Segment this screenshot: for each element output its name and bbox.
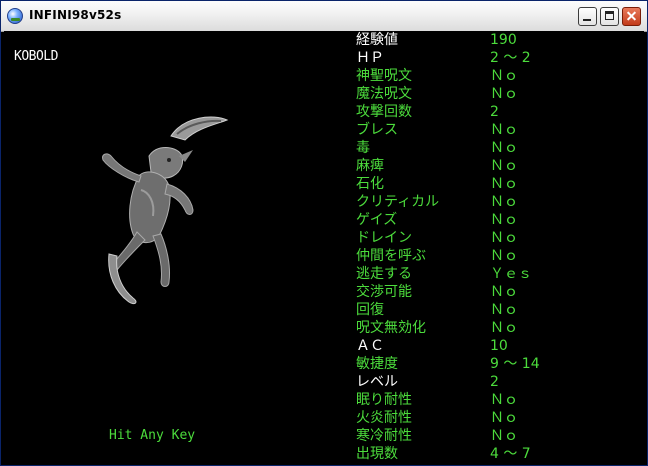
stat-label: 逃走する <box>356 266 412 282</box>
game-screen[interactable]: KOBOLD Hit Any Key 経験値 190 ＨＰ 2 ～ 2 神聖呪文… <box>4 31 644 464</box>
stat-label: 石化 <box>356 176 384 192</box>
stat-value: Ｎｏ <box>490 212 518 228</box>
stat-value: Ｎｏ <box>490 158 518 174</box>
title-bar[interactable]: INFINI98v52s <box>1 1 647 32</box>
stat-row-breath: ブレス Ｎｏ <box>356 121 644 139</box>
stat-value: Ｎｏ <box>490 86 518 102</box>
stat-row-agility: 敏捷度 9 ～ 14 <box>356 355 644 373</box>
stat-row-level: レベル 2 <box>356 373 644 391</box>
app-globe-icon[interactable] <box>7 8 23 24</box>
stat-label: ＡＣ <box>356 338 384 354</box>
stat-row-appear-count: 出現数 4 ～ 7 <box>356 445 644 463</box>
stat-value: Ｎｏ <box>490 410 518 426</box>
stat-row-hp: ＨＰ 2 ～ 2 <box>356 49 644 67</box>
stat-value: Ｙｅｓ <box>490 266 532 282</box>
stat-value: Ｎｏ <box>490 122 518 138</box>
minimize-icon <box>583 19 591 21</box>
close-icon <box>623 8 640 25</box>
maximize-button[interactable] <box>600 7 619 26</box>
stat-value: Ｎｏ <box>490 320 518 336</box>
stat-label: 眠り耐性 <box>356 392 412 408</box>
stat-row-fire-resist: 火炎耐性 Ｎｏ <box>356 409 644 427</box>
stat-label: 攻撃回数 <box>356 104 412 120</box>
stat-row-spell-resist: 呪文無効化 Ｎｏ <box>356 319 644 337</box>
stat-label: 仲間を呼ぶ <box>356 248 426 264</box>
stat-value: Ｎｏ <box>490 302 518 318</box>
stat-value: 2 <box>490 374 499 390</box>
stat-label: 回復 <box>356 302 384 318</box>
app-window: INFINI98v52s KOBOLD Hit Any Key 経験値 190 … <box>0 0 648 466</box>
stat-row-petrify: 石化 Ｎｏ <box>356 175 644 193</box>
stat-row-attacks: 攻撃回数 2 <box>356 103 644 121</box>
monster-name: KOBOLD <box>14 49 58 64</box>
maximize-icon <box>605 11 614 20</box>
stat-row-exp: 経験値 190 <box>356 31 644 49</box>
stat-row-call-allies: 仲間を呼ぶ Ｎｏ <box>356 247 644 265</box>
stat-value: 2 ～ 2 <box>490 50 531 66</box>
stat-label: 麻痺 <box>356 158 384 174</box>
stat-row-ac: ＡＣ 10 <box>356 337 644 355</box>
window-title: INFINI98v52s <box>29 8 122 22</box>
stat-value: 9 ～ 14 <box>490 356 540 372</box>
stat-row-priest-spell: 神聖呪文 Ｎｏ <box>356 67 644 85</box>
stat-row-sleep-resist: 眠り耐性 Ｎｏ <box>356 391 644 409</box>
stat-label: ブレス <box>356 122 398 138</box>
stat-value: Ｎｏ <box>490 248 518 264</box>
stat-value: Ｎｏ <box>490 392 518 408</box>
hit-any-key-prompt[interactable]: Hit Any Key <box>109 428 195 443</box>
stat-label: 毒 <box>356 140 370 156</box>
stat-value: Ｎｏ <box>490 176 518 192</box>
stat-label: 交渉可能 <box>356 284 412 300</box>
stat-row-critical: クリティカル Ｎｏ <box>356 193 644 211</box>
stat-row-negotiable: 交渉可能 Ｎｏ <box>356 283 644 301</box>
stat-value: Ｎｏ <box>490 194 518 210</box>
close-button[interactable] <box>622 7 641 26</box>
stat-row-poison: 毒 Ｎｏ <box>356 139 644 157</box>
stat-label: 呪文無効化 <box>356 320 426 336</box>
minimize-button[interactable] <box>578 7 597 26</box>
stat-label: 魔法呪文 <box>356 86 412 102</box>
stat-label: 出現数 <box>356 446 398 462</box>
stat-value: Ｎｏ <box>490 140 518 156</box>
stat-label: 寒冷耐性 <box>356 428 412 444</box>
stat-row-gaze: ゲイズ Ｎｏ <box>356 211 644 229</box>
kobold-monster-image <box>102 116 229 305</box>
stat-value: 10 <box>490 338 508 354</box>
stat-row-cold-resist: 寒冷耐性 Ｎｏ <box>356 427 644 445</box>
stat-value: Ｎｏ <box>490 230 518 246</box>
stat-label: ゲイズ <box>356 212 398 228</box>
stat-row-regen: 回復 Ｎｏ <box>356 301 644 319</box>
stat-label: ＨＰ <box>356 50 384 66</box>
stat-label: 神聖呪文 <box>356 68 412 84</box>
stat-label: レベル <box>356 374 398 390</box>
stat-label: ドレイン <box>356 230 412 246</box>
stat-row-flee: 逃走する Ｙｅｓ <box>356 265 644 283</box>
stat-value: Ｎｏ <box>490 428 518 444</box>
stat-value: 4 ～ 7 <box>490 446 531 462</box>
stat-row-mage-spell: 魔法呪文 Ｎｏ <box>356 85 644 103</box>
stat-value: Ｎｏ <box>490 68 518 84</box>
stat-label: 経験値 <box>356 32 398 48</box>
stat-row-paralyze: 麻痺 Ｎｏ <box>356 157 644 175</box>
stat-row-drain: ドレイン Ｎｏ <box>356 229 644 247</box>
stat-value: Ｎｏ <box>490 284 518 300</box>
stat-value: 2 <box>490 104 499 120</box>
stat-label: クリティカル <box>356 194 440 210</box>
stat-value: 190 <box>490 32 517 48</box>
stat-label: 火炎耐性 <box>356 410 412 426</box>
stat-label: 敏捷度 <box>356 356 398 372</box>
